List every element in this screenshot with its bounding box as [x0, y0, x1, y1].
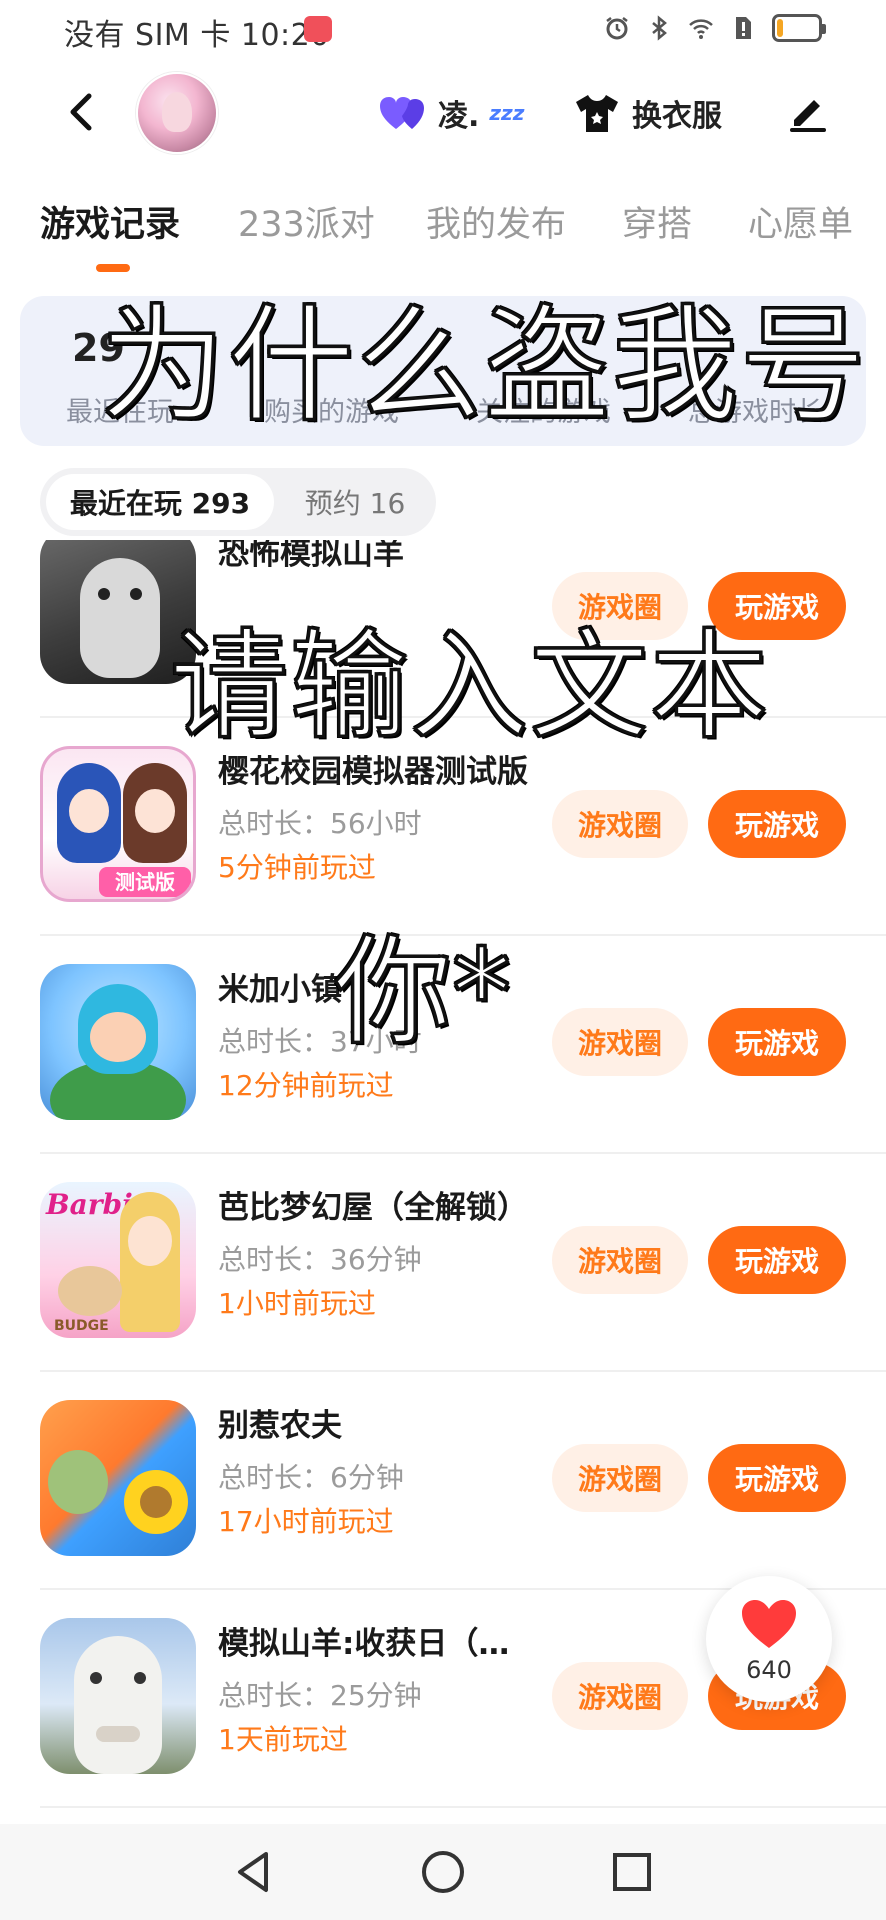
game-duration: 总时长：36分钟 — [218, 1243, 422, 1276]
back-button[interactable] — [54, 86, 106, 138]
game-circle-button[interactable]: 游戏圈 — [552, 790, 688, 858]
game-duration: 总时长：6分钟 — [218, 1461, 404, 1494]
tab-233-party[interactable]: 233派对 — [238, 196, 375, 247]
back-triangle-icon[interactable] — [228, 1846, 280, 1898]
battery-level — [777, 19, 783, 37]
segment-reserved[interactable]: 预约 16 — [280, 474, 430, 530]
notification-app-icon — [304, 16, 332, 42]
game-circle-button[interactable]: 游戏圈 — [552, 1008, 688, 1076]
shirt-icon — [576, 95, 618, 132]
heart-pair-icon — [380, 97, 424, 129]
home-circle-icon[interactable] — [417, 1846, 469, 1898]
avatar[interactable] — [136, 72, 218, 154]
friend-name: 凌. — [438, 99, 480, 134]
change-outfit-label: 换衣服 — [632, 99, 722, 134]
game-title: 芭比梦幻屋（全解锁） — [218, 1190, 528, 1226]
tab-my-posts[interactable]: 我的发布 — [426, 196, 566, 247]
pen-icon[interactable] — [786, 90, 830, 134]
tab-wishlist[interactable]: 心愿单 — [748, 196, 853, 247]
list-item[interactable]: Barbie BUDGE 芭比梦幻屋（全解锁） 总时长：36分钟 1小时前玩过 … — [0, 1154, 886, 1372]
chevron-left-icon — [70, 93, 92, 131]
play-game-button[interactable]: 玩游戏 — [708, 1008, 846, 1076]
play-game-button[interactable]: 玩游戏 — [708, 790, 846, 858]
game-last-played: 17小时前玩过 — [218, 1505, 394, 1538]
status-bar: 没有 SIM 卡 10:20 — [0, 0, 886, 62]
game-icon-barbie-dreamhouse: Barbie BUDGE — [40, 1182, 196, 1338]
play-filter-segment: 最近在玩 293 预约 16 — [40, 468, 436, 536]
like-count: 640 — [746, 1656, 792, 1684]
play-game-button[interactable]: 玩游戏 — [708, 1226, 846, 1294]
list-item[interactable]: 别惹农夫 总时长：6分钟 17小时前玩过 游戏圈 玩游戏 — [0, 1372, 886, 1590]
game-duration: 总时长：56小时 — [218, 807, 422, 840]
play-game-button[interactable]: 玩游戏 — [708, 1444, 846, 1512]
sim-alert-icon — [736, 17, 751, 39]
overlay-caption: 请输入文本 — [168, 616, 771, 757]
game-last-played: 1小时前玩过 — [218, 1287, 376, 1320]
overlay-caption: 你* — [332, 922, 512, 1063]
game-last-played: 12分钟前玩过 — [218, 1069, 394, 1102]
row-divider — [40, 1806, 886, 1808]
change-outfit-button[interactable]: 换衣服 — [574, 88, 722, 138]
game-circle-button[interactable]: 游戏圈 — [552, 1662, 688, 1730]
status-icons — [604, 14, 826, 42]
system-nav-bar — [0, 1824, 886, 1920]
heart-icon — [742, 1600, 796, 1648]
game-circle-button[interactable]: 游戏圈 — [552, 1226, 688, 1294]
battery-icon — [772, 14, 826, 42]
wifi-icon — [689, 19, 713, 39]
status-carrier-time: 没有 SIM 卡 10:20 — [64, 18, 330, 53]
game-title: 模拟山羊:收获日（… — [218, 1626, 510, 1662]
overlay-caption: 为什么盗我号 — [99, 291, 868, 441]
sleep-status-icon: zzz — [489, 101, 525, 125]
tab-outfits[interactable]: 穿搭 — [622, 196, 692, 247]
game-icon-miga-town — [40, 964, 196, 1120]
profile-header: 凌. zzz 换衣服 — [0, 62, 886, 162]
game-title: 恐怖模拟山羊 — [218, 540, 404, 572]
like-button[interactable]: 640 — [706, 1576, 832, 1702]
bluetooth-icon — [652, 15, 667, 41]
game-icon-goat-payday — [40, 1618, 196, 1774]
recents-square-icon[interactable] — [606, 1846, 658, 1898]
game-duration: 总时长：25分钟 — [218, 1679, 422, 1712]
test-version-badge: 测试版 — [99, 867, 191, 897]
game-last-played: 1天前玩过 — [218, 1723, 348, 1756]
budge-label: BUDGE — [54, 1318, 109, 1334]
game-title: 别惹农夫 — [218, 1408, 342, 1444]
game-icon-sakura-school: 测试版 — [40, 746, 196, 902]
game-circle-button[interactable]: 游戏圈 — [552, 1444, 688, 1512]
segment-recent-playing[interactable]: 最近在玩 293 — [46, 474, 274, 530]
game-last-played: 5分钟前玩过 — [218, 851, 376, 884]
tab-game-records[interactable]: 游戏记录 — [40, 196, 180, 247]
game-icon-dont-mess-farmer — [40, 1400, 196, 1556]
friend-chip[interactable]: 凌. zzz — [378, 88, 524, 138]
alarm-icon — [606, 17, 628, 40]
